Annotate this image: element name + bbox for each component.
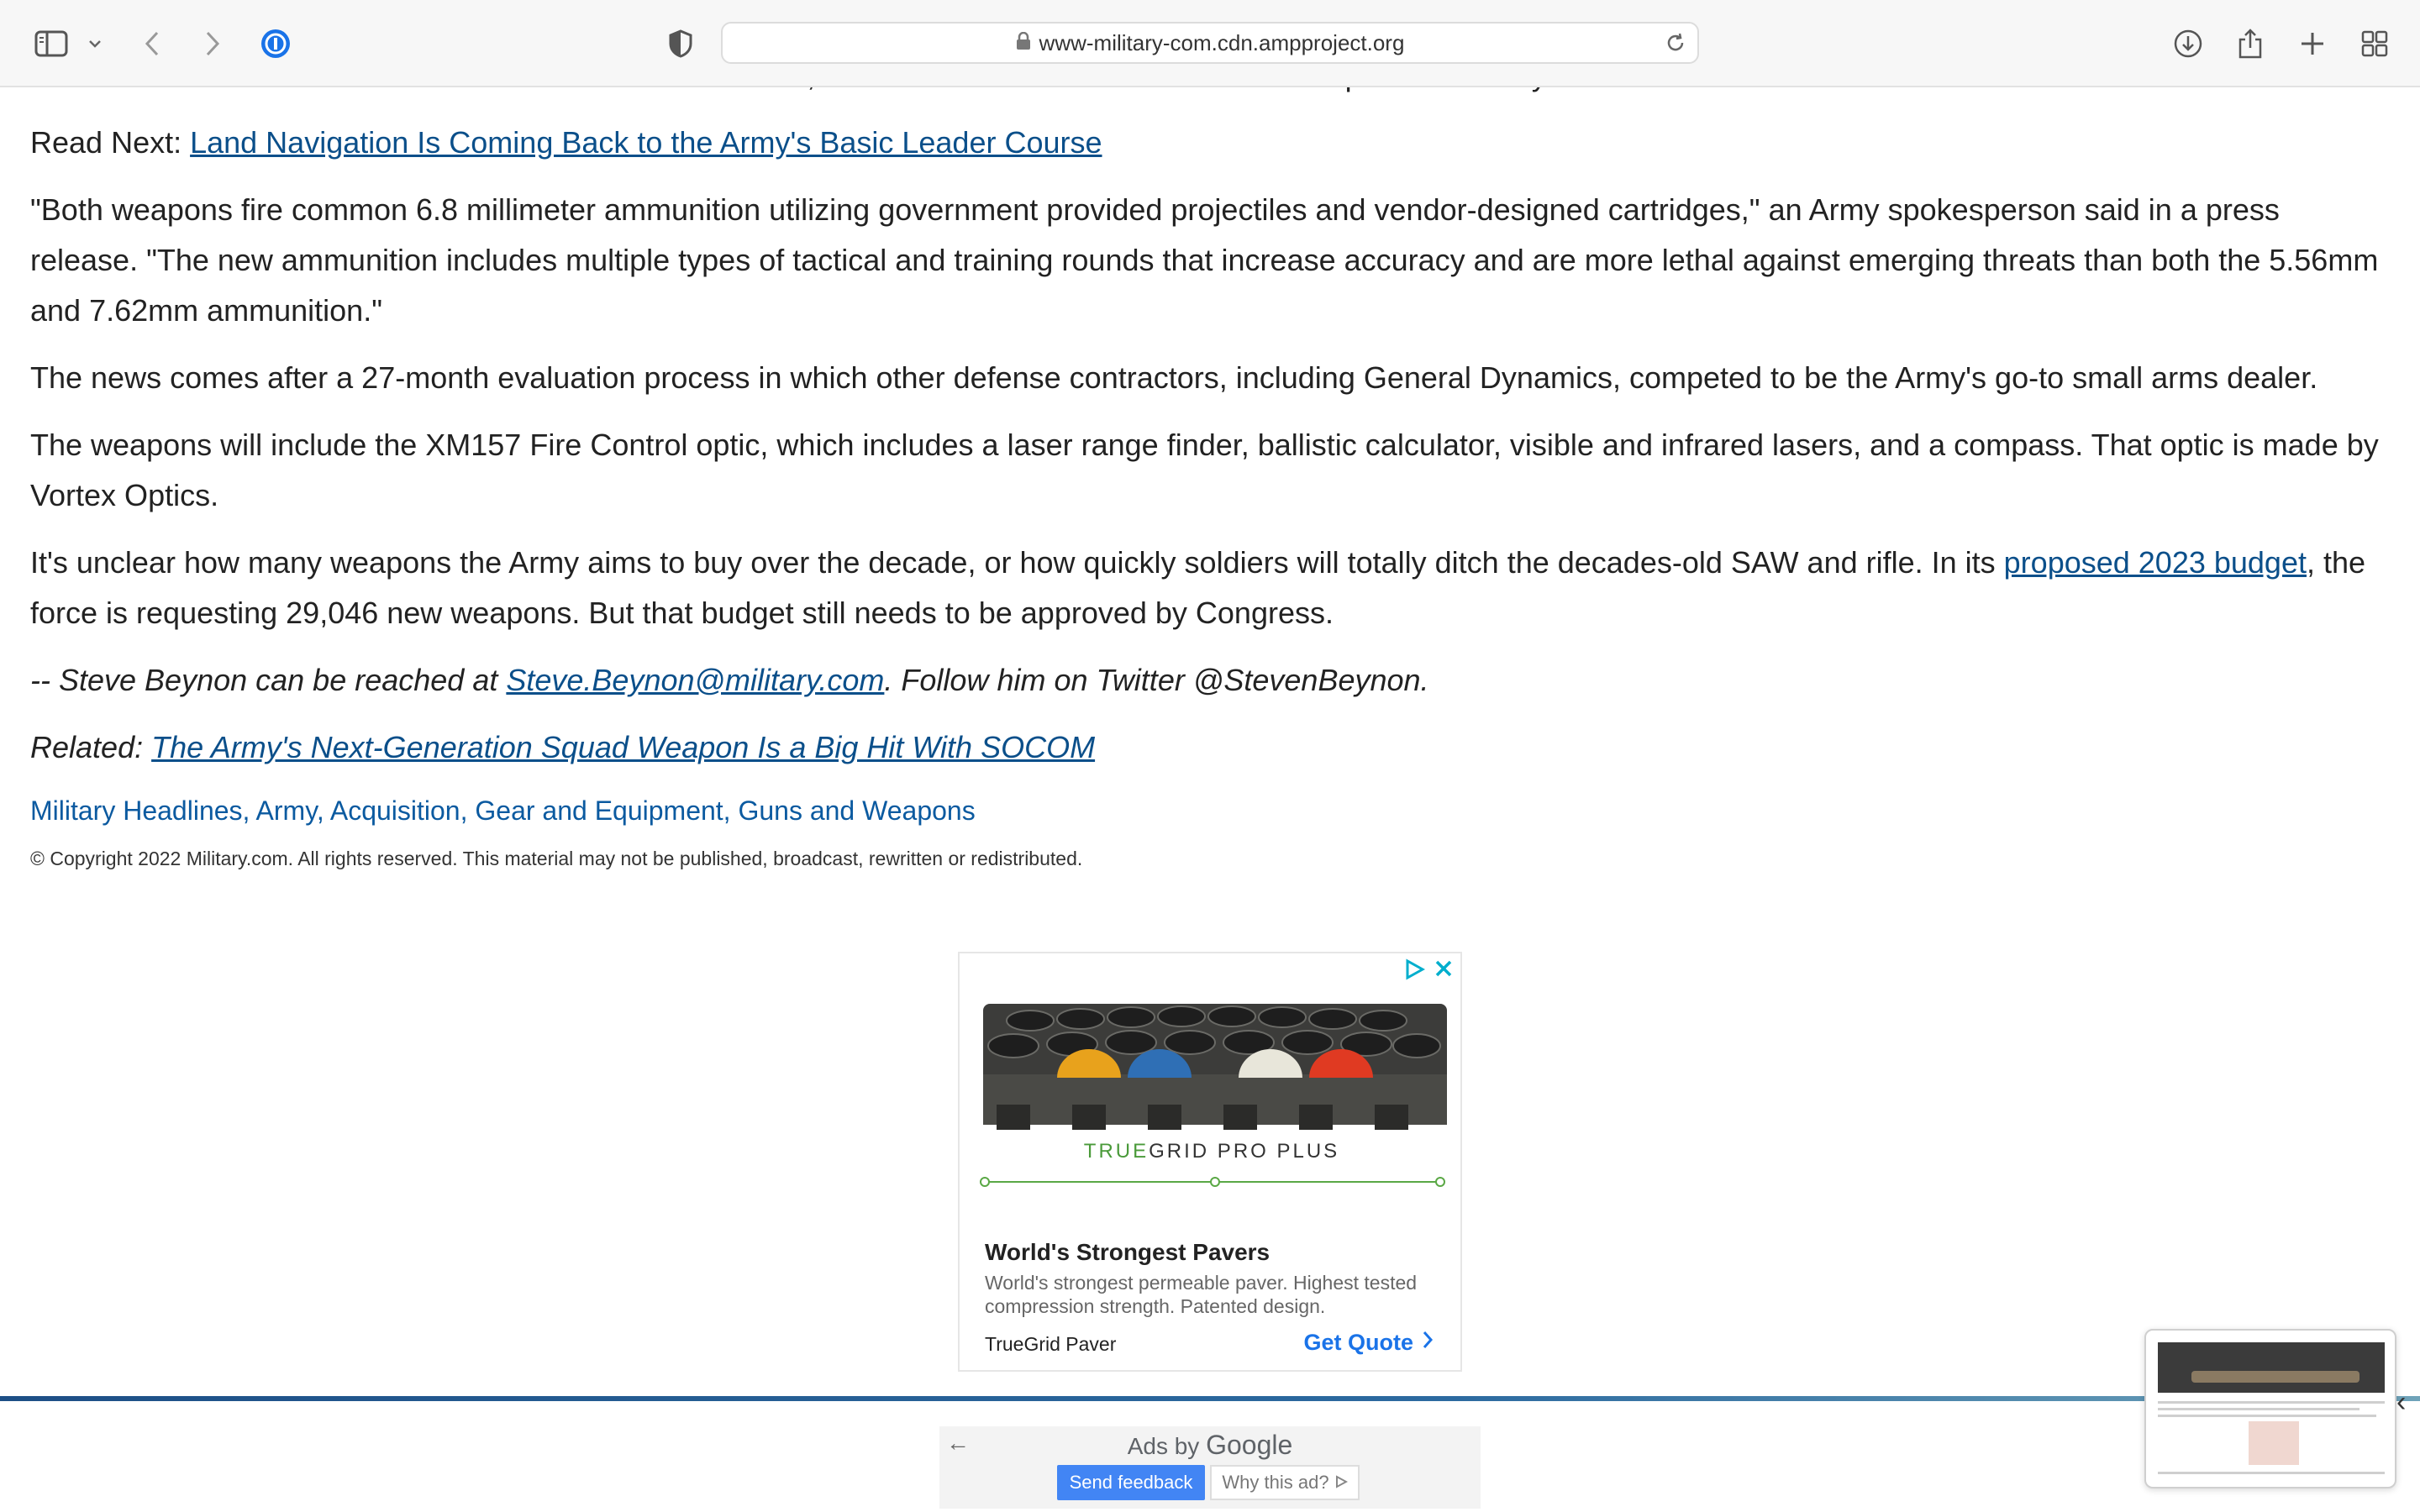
tag-link[interactable]: Military Headlines	[30, 795, 243, 826]
picture-in-picture-preview[interactable]	[2144, 1329, 2396, 1488]
related-label: Related:	[30, 730, 152, 764]
ads-by-label: Ads by Google	[939, 1430, 1481, 1461]
brand-rest: GRID PRO PLUS	[1149, 1140, 1340, 1163]
download-icon[interactable]	[2171, 22, 2205, 66]
contact-text-before: -- Steve Beynon can be reached at	[30, 663, 507, 697]
related-link[interactable]: The Army's Next-Generation Squad Weapon …	[151, 730, 1095, 764]
back-icon[interactable]	[139, 22, 165, 66]
shield-icon[interactable]	[666, 22, 696, 66]
address-bar[interactable]: www-military-com.cdn.ampproject.org	[721, 22, 1699, 64]
cta-label: Get Quote	[1303, 1330, 1413, 1355]
adchoices-small-icon	[1334, 1472, 1348, 1494]
copyright-notice: © Copyright 2022 Military.com. All right…	[30, 848, 1083, 869]
read-next-link[interactable]: Land Navigation Is Coming Back to the Ar…	[190, 125, 1102, 160]
adchoices-icon[interactable]	[1403, 958, 1426, 984]
paragraph-optic: The weapons will include the XM157 Fire …	[30, 428, 2379, 512]
ad-headline[interactable]: World's Strongest Pavers	[985, 1239, 1270, 1266]
url-text: www-military-com.cdn.ampproject.org	[1039, 29, 1405, 55]
send-feedback-button[interactable]: Send feedback	[1057, 1465, 1205, 1500]
chevron-right-icon	[1422, 1330, 1434, 1356]
sidebar-icon[interactable]	[32, 22, 71, 66]
reload-icon[interactable]	[1664, 31, 1687, 59]
read-next: Read Next: Land Navigation Is Coming Bac…	[30, 118, 2383, 168]
author-contact: -- Steve Beynon can be reached at Steve.…	[30, 655, 2383, 706]
pip-ad-image	[2249, 1421, 2299, 1465]
tag-link[interactable]: Acquisition	[330, 795, 460, 826]
chevron-down-icon[interactable]	[84, 22, 106, 66]
author-email-link[interactable]: Steve.Beynon@military.com	[506, 663, 884, 697]
google-wordmark: Google	[1206, 1430, 1293, 1460]
password-manager-icon[interactable]	[259, 22, 292, 66]
close-icon[interactable]	[1434, 958, 1454, 984]
tag-link[interactable]: Army	[256, 795, 317, 826]
tab-overview-icon[interactable]	[2360, 22, 2390, 66]
pip-image	[2158, 1342, 2385, 1393]
share-icon[interactable]	[2235, 22, 2265, 66]
contact-text-after: . Follow him on Twitter @StevenBeynon.	[884, 663, 1429, 697]
tag-link[interactable]: Guns and Weapons	[738, 795, 975, 826]
forward-icon[interactable]	[200, 22, 225, 66]
lock-icon	[1016, 31, 1031, 55]
read-next-label: Read Next:	[30, 125, 191, 160]
budget-link[interactable]: proposed 2023 budget	[2004, 545, 2307, 580]
get-quote-button[interactable]: Get Quote	[1303, 1330, 1434, 1356]
budget-text-before: It's unclear how many weapons the Army a…	[30, 545, 2004, 580]
ad-advertiser: TrueGrid Paver	[985, 1333, 1117, 1355]
brand-divider-line	[980, 1177, 1445, 1187]
article-body: The service will also switch from 5.56mm…	[30, 50, 2383, 875]
tag-link[interactable]: Gear and Equipment	[475, 795, 723, 826]
why-this-ad-button[interactable]: Why this ad?	[1210, 1465, 1360, 1500]
paragraph-budget: It's unclear how many weapons the Army a…	[30, 538, 2383, 638]
paragraph-quote: "Both weapons fire common 6.8 millimeter…	[30, 192, 2379, 328]
collapse-chevron-icon[interactable]: ‹	[2396, 1386, 2406, 1419]
ad-brand-logo: TRUEGRID PRO PLUS	[960, 1140, 1460, 1163]
brand-true: TRUE	[1083, 1140, 1150, 1163]
ad-description: World's strongest permeable paver. Highe…	[985, 1272, 1418, 1317]
display-ad[interactable]: TRUEGRID PRO PLUS World's Strongest Pave…	[958, 952, 1462, 1372]
paver-product-image	[983, 1004, 1447, 1130]
related-article: Related: The Army's Next-Generation Squa…	[30, 722, 2383, 773]
ads-by-text: Ads by	[1127, 1433, 1200, 1459]
browser-toolbar: www-military-com.cdn.ampproject.org	[0, 0, 2420, 87]
ad-choices	[1403, 958, 1454, 984]
new-tab-icon[interactable]	[2297, 22, 2328, 66]
ads-by-google-bar: ← Ads by Google Send feedback Why this a…	[939, 1426, 1481, 1509]
tag-list: Military Headlines, Army, Acquisition, G…	[30, 795, 976, 826]
paragraph-news: The news comes after a 27-month evaluati…	[30, 360, 2318, 395]
why-this-ad-label: Why this ad?	[1222, 1472, 1329, 1493]
